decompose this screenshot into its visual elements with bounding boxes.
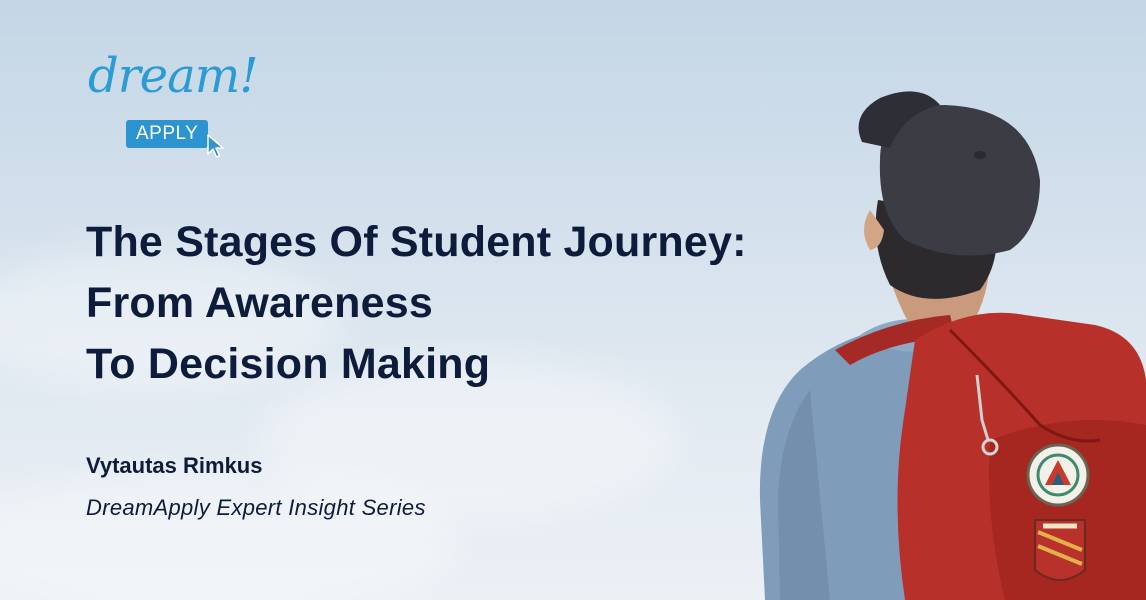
cap-crown <box>879 105 1040 256</box>
title-line-2: From Awareness <box>86 279 433 327</box>
student-backpack-photo <box>759 91 1146 600</box>
title-line-3: To Decision Making <box>86 340 491 388</box>
logo-wordmark: dream! <box>88 48 258 104</box>
page-title: The Stages Of Student Journey: From Awar… <box>86 212 747 395</box>
logo-badge: APPLY <box>126 120 209 148</box>
author-name: Vytautas Rimkus <box>86 453 263 478</box>
hero-banner: dream! APPLY The Stages Of Student Journ… <box>0 0 1146 600</box>
cursor-arrow-icon <box>207 134 224 158</box>
cap-button <box>974 151 986 159</box>
series-name: DreamApply Expert Insight Series <box>86 495 426 520</box>
title-line-1: The Stages Of Student Journey: <box>86 218 747 266</box>
dreamapply-logo[interactable]: dream! APPLY <box>88 52 298 172</box>
